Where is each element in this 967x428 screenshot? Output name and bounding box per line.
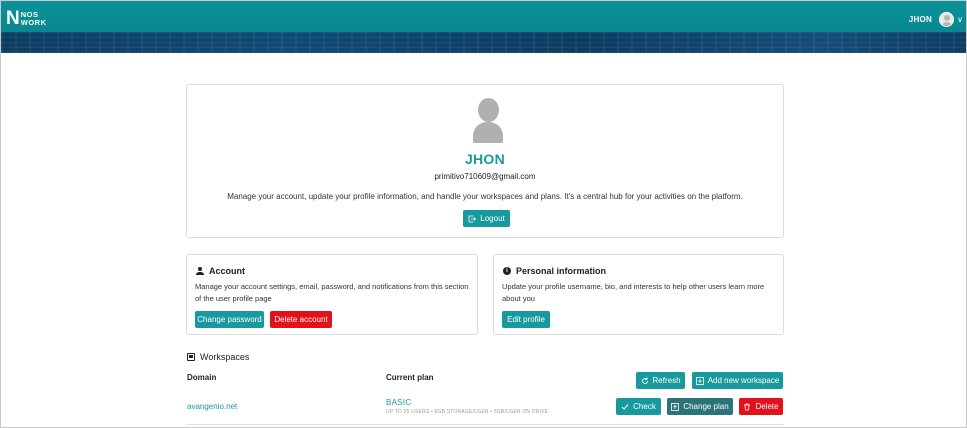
change-password-button[interactable]: Change password	[195, 311, 264, 328]
logo-line-2: WORK	[20, 18, 47, 27]
profile-card: JHON primitivo710609@gmail.com Manage yo…	[186, 84, 784, 238]
logout-icon	[468, 215, 477, 223]
account-card-title: Account	[196, 266, 245, 276]
workspace-domain-link[interactable]: avangenio.net	[187, 402, 237, 411]
nos-work-logo[interactable]: N NOS WORK	[6, 9, 46, 29]
workspace-plan-description: UP TO 25 USERS • 6GB STORAGE/USER • 5GB/…	[386, 409, 549, 415]
navbar-banner-strip	[1, 32, 966, 53]
trash-icon	[743, 403, 751, 411]
add-workspace-button[interactable]: Add new workspace	[692, 372, 783, 389]
profile-description: Manage your account, update your profile…	[227, 192, 743, 201]
change-plan-label: Change plan	[683, 402, 729, 411]
logout-button[interactable]: Logout	[463, 210, 510, 227]
workspaces-heading: Workspaces	[187, 352, 249, 362]
delete-workspace-label: Delete	[755, 402, 779, 411]
check-label: Check	[633, 402, 656, 411]
column-header-domain: Domain	[187, 373, 217, 382]
top-navbar: N NOS WORK JHON ∨	[1, 1, 966, 53]
column-header-current-plan: Current plan	[386, 373, 434, 382]
personal-info-card-actions: Edit profile	[502, 311, 550, 328]
account-card-text: Manage your account settings, email, pas…	[195, 282, 469, 303]
logo-letter: N	[6, 8, 20, 29]
user-menu-name: JHON	[908, 14, 933, 24]
refresh-icon	[641, 377, 649, 385]
profile-name: JHON	[464, 151, 506, 167]
refresh-button[interactable]: Refresh	[636, 372, 685, 389]
delete-workspace-button[interactable]: Delete	[739, 398, 783, 415]
refresh-label: Refresh	[652, 376, 681, 385]
account-card-actions: Change password Delete account	[195, 311, 332, 328]
info-icon: i	[503, 267, 511, 275]
logout-label: Logout	[480, 214, 505, 223]
change-plan-button[interactable]: Change plan	[667, 398, 733, 415]
account-title-text: Account	[209, 266, 245, 276]
profile-avatar	[473, 98, 503, 143]
avatar-body-shape	[473, 122, 503, 143]
plan-icon	[671, 402, 680, 411]
workspace-row-actions: Check Change plan Delete	[616, 398, 783, 415]
navbar-gradient	[1, 1, 966, 32]
personal-info-card-text: Update your profile username, bio, and i…	[502, 282, 765, 303]
workspace-plan-name: BASIC	[386, 398, 412, 407]
user-avatar[interactable]	[939, 11, 955, 27]
chevron-down-icon[interactable]: ∨	[957, 15, 963, 24]
profile-email: primitivo710609@gmail.com	[434, 172, 536, 181]
edit-profile-button[interactable]: Edit profile	[502, 311, 550, 328]
workspace-icon	[187, 353, 195, 361]
user-menu[interactable]: JHON ∨	[909, 10, 966, 28]
workspaces-title-text: Workspaces	[200, 352, 250, 362]
person-icon	[196, 267, 204, 275]
logo-wordmark: NOS WORK	[21, 11, 47, 27]
personal-info-card: i Personal information Update your profi…	[493, 254, 784, 335]
add-workspace-label: Add new workspace	[707, 376, 780, 385]
check-icon	[621, 403, 629, 411]
avatar-head-shape	[478, 98, 499, 122]
account-card: Account Manage your account settings, em…	[186, 254, 478, 335]
check-button[interactable]: Check	[616, 398, 661, 415]
workspace-row-divider	[186, 424, 784, 425]
delete-account-button[interactable]: Delete account	[270, 311, 332, 328]
plus-square-icon	[695, 376, 704, 385]
personal-info-title-text: Personal information	[516, 266, 607, 276]
personal-info-card-title: i Personal information	[503, 266, 606, 276]
workspaces-toolbar: Refresh Add new workspace	[636, 372, 783, 389]
